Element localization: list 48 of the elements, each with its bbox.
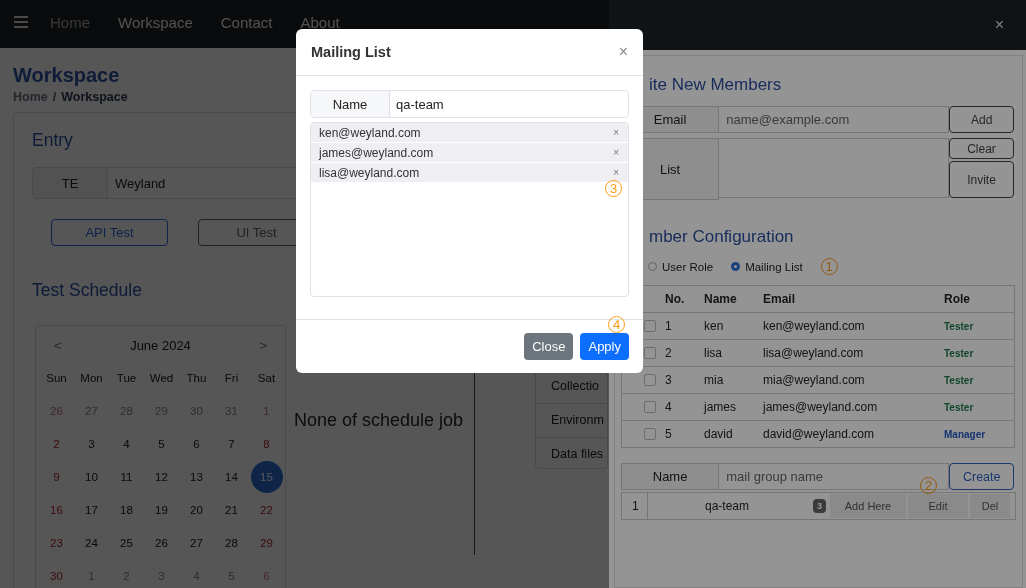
role-label: Tester: [944, 348, 974, 359]
table-cell: david@weyland.com: [763, 420, 944, 448]
role-label: Tester: [944, 402, 974, 413]
section-title: mber Configuration: [649, 226, 794, 248]
column-header: Name: [704, 285, 763, 313]
table-cell: 5: [665, 420, 704, 448]
table-cell: 3: [665, 366, 704, 394]
calendar-month: June 2024: [130, 338, 191, 353]
weekday-label: Thu: [185, 370, 208, 386]
table-cell: james: [704, 393, 763, 421]
role-label: Tester: [944, 375, 974, 386]
weekday-label: Wed: [148, 370, 175, 386]
table-cell: 1: [665, 312, 704, 340]
table-cell: lisa@weyland.com: [763, 339, 944, 367]
table-cell: mia@weyland.com: [763, 366, 944, 394]
table-cell: 2: [665, 339, 704, 367]
weekday-label: Tue: [115, 370, 138, 386]
breadcrumb-separator: /: [52, 90, 57, 104]
role-label: Tester: [944, 321, 974, 332]
count-badge: 3: [813, 499, 826, 513]
table-cell: ken@weyland.com: [763, 312, 944, 340]
column-header: Role: [944, 285, 1015, 313]
weekday-label: Sun: [45, 370, 68, 386]
table-cell: 4: [665, 393, 704, 421]
table-cell: lisa: [704, 339, 763, 367]
member-email: james@weyland.com: [319, 145, 434, 160]
table-cell: david: [704, 420, 763, 448]
weekday-label: Mon: [79, 370, 104, 386]
weekday-label: Fri: [223, 370, 240, 386]
section-title: Test Schedule: [32, 279, 142, 301]
group-name: qa-team: [704, 499, 751, 513]
section-title: ite New Members: [649, 74, 782, 96]
empty-schedule-message: None of schedule job: [294, 409, 464, 431]
page-title: Workspace: [13, 63, 120, 87]
member-email: lisa@weyland.com: [319, 165, 420, 180]
dialog-title: Mailing List: [311, 44, 391, 60]
member-email: ken@weyland.com: [319, 125, 421, 140]
field-label: Name: [621, 463, 720, 490]
table-cell: 1: [622, 493, 648, 519]
table-cell: ken: [704, 312, 763, 340]
breadcrumb-item: Workspace: [61, 90, 128, 104]
column-header: Email: [763, 285, 944, 313]
section-title: Entry: [32, 129, 73, 151]
weekday-label: Sat: [256, 370, 277, 386]
table-cell: mia: [704, 366, 763, 394]
table-cell: james@weyland.com: [763, 393, 944, 421]
column-header: No.: [665, 285, 704, 313]
role-label: Manager: [944, 429, 986, 440]
